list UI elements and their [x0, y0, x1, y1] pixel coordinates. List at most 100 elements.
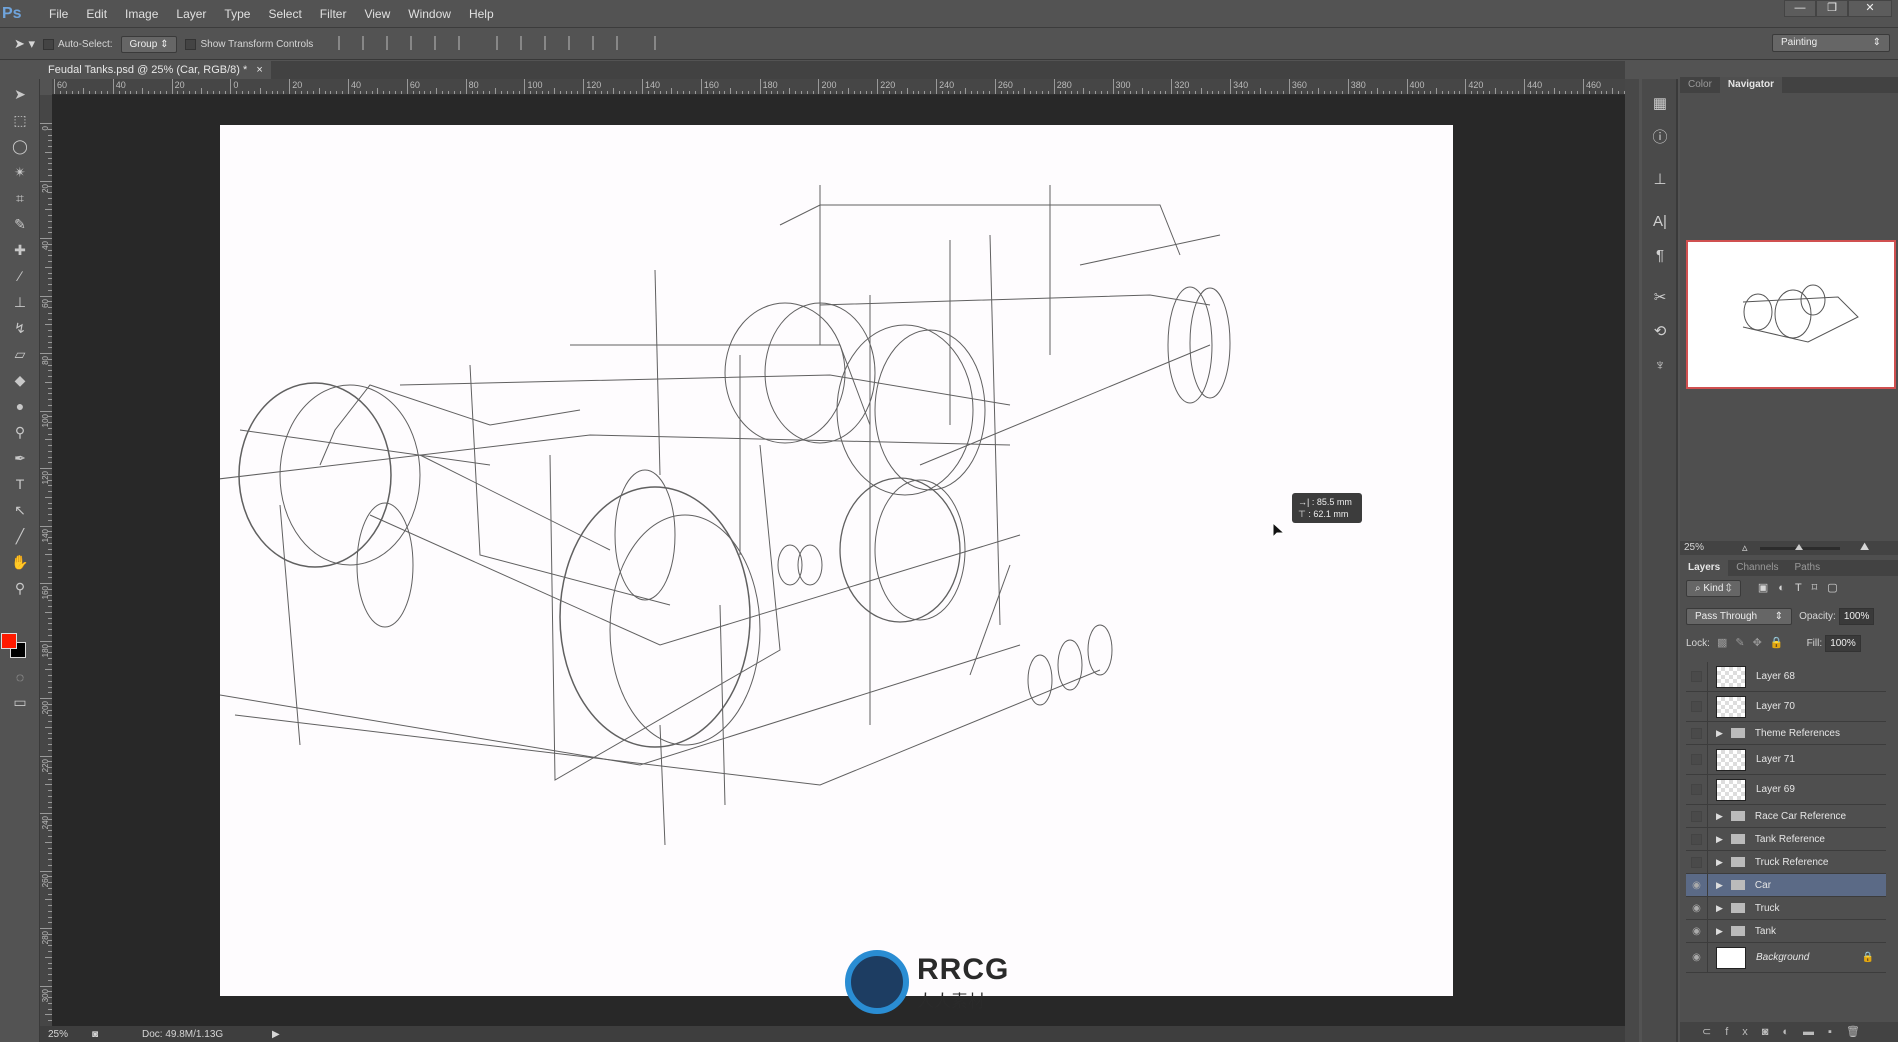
- restore-button[interactable]: ❐: [1816, 0, 1848, 17]
- blur-tool-icon[interactable]: ●: [0, 393, 40, 419]
- status-menu-arrow-icon[interactable]: ▶: [272, 1029, 280, 1040]
- document-tab[interactable]: Feudal Tanks.psd @ 25% (Car, RGB/8) * ×: [40, 61, 271, 79]
- layer-row[interactable]: Layer 68: [1686, 662, 1886, 692]
- visibility-toggle[interactable]: [1686, 662, 1708, 691]
- layer-row[interactable]: ◉ ▶ Tank: [1686, 920, 1886, 943]
- layer-row[interactable]: Layer 69: [1686, 775, 1886, 805]
- clone-source-icon[interactable]: ⊥: [1642, 163, 1678, 197]
- expand-arrow-icon[interactable]: ▶: [1716, 811, 1723, 822]
- stamp-tool-icon[interactable]: ⊥: [0, 289, 40, 315]
- show-transform-checkbox[interactable]: Show Transform Controls: [185, 38, 313, 50]
- layer-name[interactable]: Layer 71: [1756, 754, 1795, 765]
- eraser-tool-icon[interactable]: ▱: [0, 341, 40, 367]
- path-select-tool-icon[interactable]: ↖: [0, 497, 40, 523]
- layer-name[interactable]: Layer 68: [1756, 671, 1795, 682]
- status-info-icon[interactable]: ◙: [92, 1029, 112, 1040]
- type-tool-icon[interactable]: T: [0, 471, 40, 497]
- distribute-vcenter-icon[interactable]: [520, 35, 534, 50]
- lock-icons[interactable]: ▩✎✥🔒: [1717, 637, 1792, 649]
- menu-type[interactable]: Type: [215, 7, 259, 21]
- layer-row[interactable]: ◉ ▶ Truck: [1686, 897, 1886, 920]
- layer-name[interactable]: Car: [1755, 880, 1771, 891]
- menu-window[interactable]: Window: [399, 7, 460, 21]
- brush-presets-icon[interactable]: ♆: [1642, 349, 1678, 383]
- align-vcenter-icon[interactable]: [362, 35, 376, 50]
- move-tool-icon[interactable]: ➤: [0, 81, 40, 107]
- canvas-area[interactable]: RRCG 人人素材 →| : 85.5 mm ⊤ : 62.1 mm: [52, 95, 1625, 1026]
- tab-layers[interactable]: Layers: [1680, 560, 1729, 576]
- eye-icon[interactable]: ◉: [1686, 874, 1708, 896]
- layer-row[interactable]: ▶ Race Car Reference: [1686, 805, 1886, 828]
- layer-name[interactable]: Tank: [1755, 926, 1776, 937]
- expand-arrow-icon[interactable]: ▶: [1716, 728, 1723, 739]
- eyedropper-tool-icon[interactable]: ✎: [0, 211, 40, 237]
- tab-channels[interactable]: Channels: [1728, 560, 1786, 576]
- history-brush-tool-icon[interactable]: ↯: [0, 315, 40, 341]
- layer-name[interactable]: Theme References: [1755, 728, 1840, 739]
- layer-row[interactable]: ▶ Truck Reference: [1686, 851, 1886, 874]
- foreground-color-swatch[interactable]: [1, 633, 17, 649]
- eye-icon[interactable]: ◉: [1686, 897, 1708, 919]
- layer-name[interactable]: Background: [1756, 952, 1809, 963]
- close-button[interactable]: ✕: [1848, 0, 1892, 17]
- dodge-tool-icon[interactable]: ⚲: [0, 419, 40, 445]
- menu-view[interactable]: View: [355, 7, 399, 21]
- align-bottom-icon[interactable]: [386, 35, 400, 50]
- expand-arrow-icon[interactable]: ▶: [1716, 880, 1723, 891]
- tab-color[interactable]: Color: [1680, 77, 1720, 93]
- paint-bucket-tool-icon[interactable]: ◆: [0, 367, 40, 393]
- tab-navigator[interactable]: Navigator: [1719, 77, 1783, 93]
- layer-row[interactable]: ▶ Theme References: [1686, 722, 1886, 745]
- eye-icon[interactable]: ◉: [1686, 920, 1708, 942]
- visibility-toggle[interactable]: [1686, 722, 1708, 744]
- auto-select-dropdown[interactable]: Group ⇕: [120, 35, 178, 53]
- align-left-icon[interactable]: [410, 35, 424, 50]
- menu-help[interactable]: Help: [460, 7, 503, 21]
- layer-name[interactable]: Truck: [1755, 903, 1780, 914]
- distribute-left-icon[interactable]: [568, 35, 582, 50]
- distribute-bottom-icon[interactable]: [544, 35, 558, 50]
- status-zoom[interactable]: 25%: [40, 1029, 92, 1040]
- vertical-ruler[interactable]: 0 20 40 60 80 100 120 140 160 180 200 220 240 260 280 3…: [40, 95, 52, 1026]
- visibility-toggle[interactable]: [1686, 805, 1708, 827]
- menu-select[interactable]: Select: [259, 7, 310, 21]
- auto-select-checkbox[interactable]: Auto-Select:: [43, 38, 113, 50]
- visibility-toggle[interactable]: [1686, 745, 1708, 774]
- visibility-toggle[interactable]: [1686, 775, 1708, 804]
- layer-name[interactable]: Layer 69: [1756, 784, 1795, 795]
- zoom-slider[interactable]: [1760, 544, 1840, 550]
- filter-type-icons[interactable]: ▣◐T⌑▢: [1758, 582, 1848, 594]
- layer-row[interactable]: Layer 70: [1686, 692, 1886, 722]
- pen-tool-icon[interactable]: ✒: [0, 445, 40, 471]
- expand-arrow-icon[interactable]: ▶: [1716, 857, 1723, 868]
- layers-footer-buttons[interactable]: ⊂fx◙◐▬▪🗑: [1680, 1022, 1898, 1042]
- align-hcenter-icon[interactable]: [434, 35, 448, 50]
- menu-filter[interactable]: Filter: [311, 7, 356, 21]
- distribute-right-icon[interactable]: [616, 35, 630, 50]
- navigator-preview[interactable]: [1686, 240, 1896, 389]
- layer-name[interactable]: Truck Reference: [1755, 857, 1829, 868]
- layer-filter-dropdown[interactable]: ⌕ Kind ⇕: [1686, 580, 1741, 597]
- horizontal-ruler[interactable]: 60 40 20 0 20 40 60 80 100 120 140 160 180 200 220 240 2…: [52, 79, 1625, 95]
- align-top-icon[interactable]: [338, 35, 352, 50]
- zoom-in-icon[interactable]: ⛰: [1860, 541, 1869, 554]
- auto-align-icon[interactable]: [654, 35, 668, 50]
- fill-input[interactable]: 100%: [1825, 635, 1861, 652]
- tab-paths[interactable]: Paths: [1787, 560, 1829, 576]
- layer-row[interactable]: ◉ Background 🔒: [1686, 943, 1886, 973]
- tool-presets-icon[interactable]: ✂: [1642, 281, 1678, 315]
- zoom-tool-icon[interactable]: ⚲: [0, 575, 40, 601]
- line-tool-icon[interactable]: ╱: [0, 523, 40, 549]
- layer-row[interactable]: ▶ Tank Reference: [1686, 828, 1886, 851]
- vertical-scrollbar[interactable]: [1625, 79, 1639, 1042]
- healing-tool-icon[interactable]: ✚: [0, 237, 40, 263]
- layer-name[interactable]: Layer 70: [1756, 701, 1795, 712]
- marquee-tool-icon[interactable]: ⬚: [0, 107, 40, 133]
- layer-name[interactable]: Tank Reference: [1755, 834, 1825, 845]
- brush-tool-icon[interactable]: ∕: [0, 263, 40, 289]
- visibility-toggle[interactable]: [1686, 828, 1708, 850]
- history-icon[interactable]: ⟲: [1642, 315, 1678, 349]
- menu-image[interactable]: Image: [116, 7, 167, 21]
- close-tab-icon[interactable]: ×: [256, 64, 262, 76]
- expand-arrow-icon[interactable]: ▶: [1716, 834, 1723, 845]
